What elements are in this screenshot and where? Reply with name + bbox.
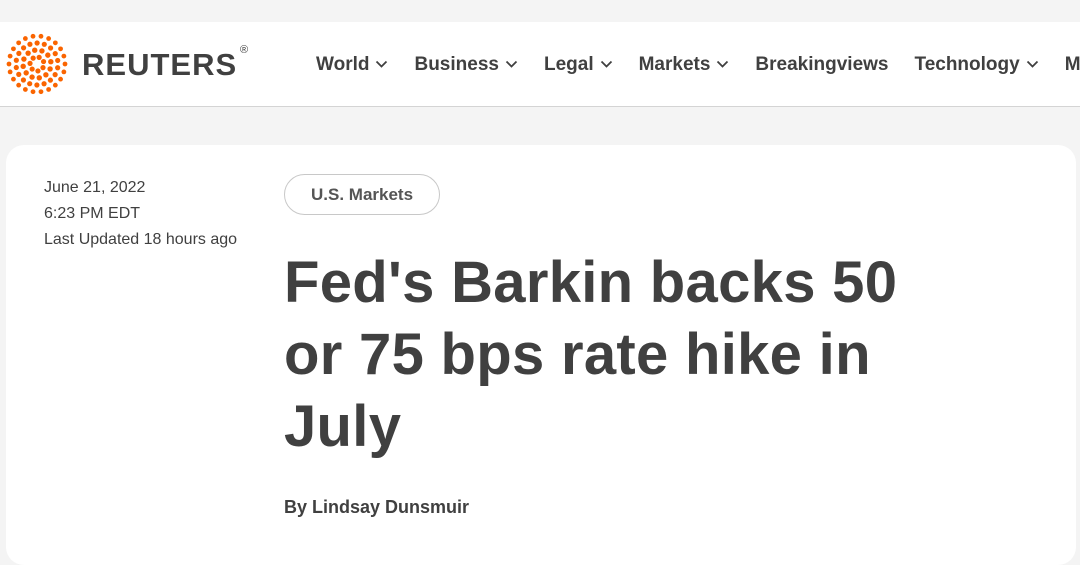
logo-dot <box>38 33 44 39</box>
logo-dot <box>27 41 33 47</box>
section-tag-button[interactable]: U.S. Markets <box>284 174 441 215</box>
logo-dot <box>58 46 63 52</box>
nav-item-label: More <box>1064 53 1080 75</box>
logo-dot <box>30 55 36 61</box>
logo-dot <box>22 87 28 92</box>
logo-dot <box>20 77 27 83</box>
logo-dot <box>52 72 58 78</box>
logo-dot <box>43 72 49 78</box>
logo-dot <box>11 76 16 82</box>
logo-dot <box>16 40 22 46</box>
logo-dot <box>30 33 36 39</box>
nav-item-technology[interactable]: Technology <box>915 51 1039 77</box>
reuters-wordmark: REUTERS ® <box>82 44 248 82</box>
browser-top-strip <box>0 0 1080 22</box>
logo-dot <box>58 76 63 82</box>
logo-dot <box>7 69 13 75</box>
nav-item-business[interactable]: Business <box>414 51 518 77</box>
nav-item-breakingviews[interactable]: Breakingviews <box>755 51 888 77</box>
logo-dot <box>47 66 53 72</box>
publish-time: 6:23 PM EDT <box>44 205 141 222</box>
logo-dot <box>39 48 45 54</box>
logo-dot <box>21 56 27 62</box>
nav-item-label: World <box>316 53 370 75</box>
logo-dot <box>27 60 33 66</box>
chevron-down-icon <box>505 60 518 68</box>
chevron-down-icon <box>1026 60 1038 68</box>
logo-dot <box>22 36 28 41</box>
logo-dot <box>13 57 19 63</box>
logo-dot <box>41 41 47 47</box>
nav-item-world[interactable]: World <box>316 51 388 77</box>
logo-dot <box>40 58 47 65</box>
author-link[interactable]: Lindsay Dunsmuir <box>312 497 469 517</box>
nav-item-label: Legal <box>543 53 594 75</box>
logo-dot <box>55 65 61 71</box>
logo-dot <box>61 53 67 59</box>
logo-dot <box>47 45 54 51</box>
nav-item-label: Breakingviews <box>755 53 889 75</box>
logo-dot <box>36 75 42 81</box>
logo-dot <box>11 46 16 52</box>
last-updated: Last Updated 18 hours ago <box>44 231 238 248</box>
nav-item-label: Markets <box>638 53 711 75</box>
publish-date: June 21, 2022 <box>44 179 146 196</box>
logo-dot <box>62 61 68 67</box>
logo-dot <box>46 36 52 41</box>
nav-item-markets[interactable]: Markets <box>639 51 730 77</box>
logo-dot <box>16 71 22 77</box>
logo-dot <box>61 69 67 75</box>
byline: By Lindsay Dunsmuir <box>284 497 469 518</box>
logo-dot <box>55 57 61 64</box>
logo-dot <box>13 64 19 71</box>
nav-item-more[interactable]: More <box>1065 51 1080 77</box>
logo-dot <box>47 77 54 83</box>
logo-dot <box>48 59 54 65</box>
reuters-logo[interactable]: REUTERS ® <box>4 33 248 95</box>
chevron-down-icon <box>600 60 612 68</box>
logo-dot <box>20 63 26 69</box>
chevron-down-icon <box>376 60 388 68</box>
logo-dot <box>32 47 38 53</box>
logo-dot <box>7 53 13 59</box>
logo-dot <box>46 87 52 92</box>
logo-dot <box>20 45 27 51</box>
logo-dot <box>34 40 40 46</box>
nav-item-label: Technology <box>914 53 1020 75</box>
site-header: REUTERS ® World Business Legal Markets Br… <box>0 22 1080 107</box>
main-nav: World Business Legal Markets Breakingvie… <box>316 51 1080 77</box>
logo-dot <box>29 66 35 72</box>
logo-dot <box>52 82 58 88</box>
article-dateline: June 21, 2022 6:23 PM EDT Last Updated 1… <box>44 175 244 253</box>
logo-dot <box>16 50 22 56</box>
nav-item-legal[interactable]: Legal <box>544 51 613 77</box>
article-card: June 21, 2022 6:23 PM EDT Last Updated 1… <box>6 145 1076 565</box>
logo-dot <box>36 54 42 60</box>
logo-dot <box>29 74 35 80</box>
byline-prefix: By <box>284 497 308 517</box>
logo-dot <box>34 82 40 88</box>
logo-dot <box>52 40 58 46</box>
logo-dot <box>25 50 31 56</box>
chevron-down-icon <box>717 60 729 68</box>
brand-name: REUTERS <box>82 46 238 82</box>
logo-dot <box>27 81 33 87</box>
nav-item-label: Business <box>414 53 499 75</box>
logo-dot <box>23 70 29 76</box>
reuters-dot-icon <box>6 33 68 95</box>
logo-dot <box>16 82 22 88</box>
logo-dot <box>45 52 51 58</box>
logo-dot <box>40 65 46 71</box>
article-headline: Fed's Barkin backs 50 or 75 bps rate hik… <box>284 250 898 459</box>
logo-dot <box>41 81 47 87</box>
registered-mark: ® <box>240 43 250 56</box>
logo-dot <box>30 89 36 95</box>
logo-dot <box>6 61 12 67</box>
logo-dot <box>38 89 44 95</box>
logo-dot <box>35 68 41 74</box>
logo-dot <box>52 51 58 57</box>
